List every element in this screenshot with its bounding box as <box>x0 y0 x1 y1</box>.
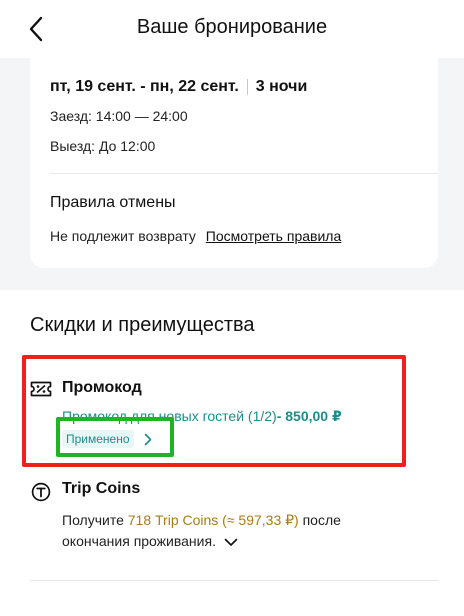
stay-dates-row: пт, 19 сент. - пн, 22 сент. 3 ночи <box>50 78 307 96</box>
section-divider <box>30 580 438 581</box>
discounts-title: Скидки и преимущества <box>30 314 255 336</box>
trip-coins-text-before: Получите <box>62 512 128 528</box>
checkin-time: Заезд: 14:00 — 24:00 <box>50 108 188 124</box>
promo-amount: - 850,00 ₽ <box>276 408 342 424</box>
promo-applied-badge: Применено <box>62 430 134 448</box>
chevron-right-icon <box>144 433 152 446</box>
promo-description: Промокод для новых гостей (1/2) <box>62 408 277 424</box>
cancellation-policy: Не подлежит возврату <box>50 228 196 244</box>
promo-title: Промокод <box>62 379 142 396</box>
expand-chevron-down-icon[interactable] <box>224 532 238 553</box>
stay-nights: 3 ночи <box>255 78 308 95</box>
header: Ваше бронирование <box>0 0 464 58</box>
percent-ticket-icon <box>30 381 52 397</box>
booking-details-card: пт, 19 сент. - пн, 22 сент. 3 ночи Заезд… <box>30 58 438 268</box>
stay-dates: пт, 19 сент. - пн, 22 сент. <box>50 78 239 95</box>
trip-coins-description: Получите 718 Trip Coins (≈ 597,33 ₽) пос… <box>62 510 382 553</box>
promo-status-button[interactable]: Применено <box>62 428 152 450</box>
checkout-time: Выезд: До 12:00 <box>50 138 156 154</box>
trip-coins-title: Trip Coins <box>62 480 141 497</box>
trip-coins-amount: 718 Trip Coins (≈ 597,33 ₽) <box>127 512 299 528</box>
view-rules-link[interactable]: Посмотреть правила <box>206 228 341 244</box>
discounts-section: Скидки и преимущества Промокод Промокод … <box>0 290 464 616</box>
cancellation-title: Правила отмены <box>50 194 176 211</box>
cancellation-row: Не подлежит возврату Посмотреть правила <box>50 228 341 244</box>
trip-coin-icon <box>31 482 51 502</box>
promo-description-row: Промокод для новых гостей (1/2)- 850,00 … <box>62 408 342 425</box>
card-divider <box>50 173 438 174</box>
dates-separator <box>246 79 248 95</box>
page-title: Ваше бронирование <box>136 16 328 38</box>
